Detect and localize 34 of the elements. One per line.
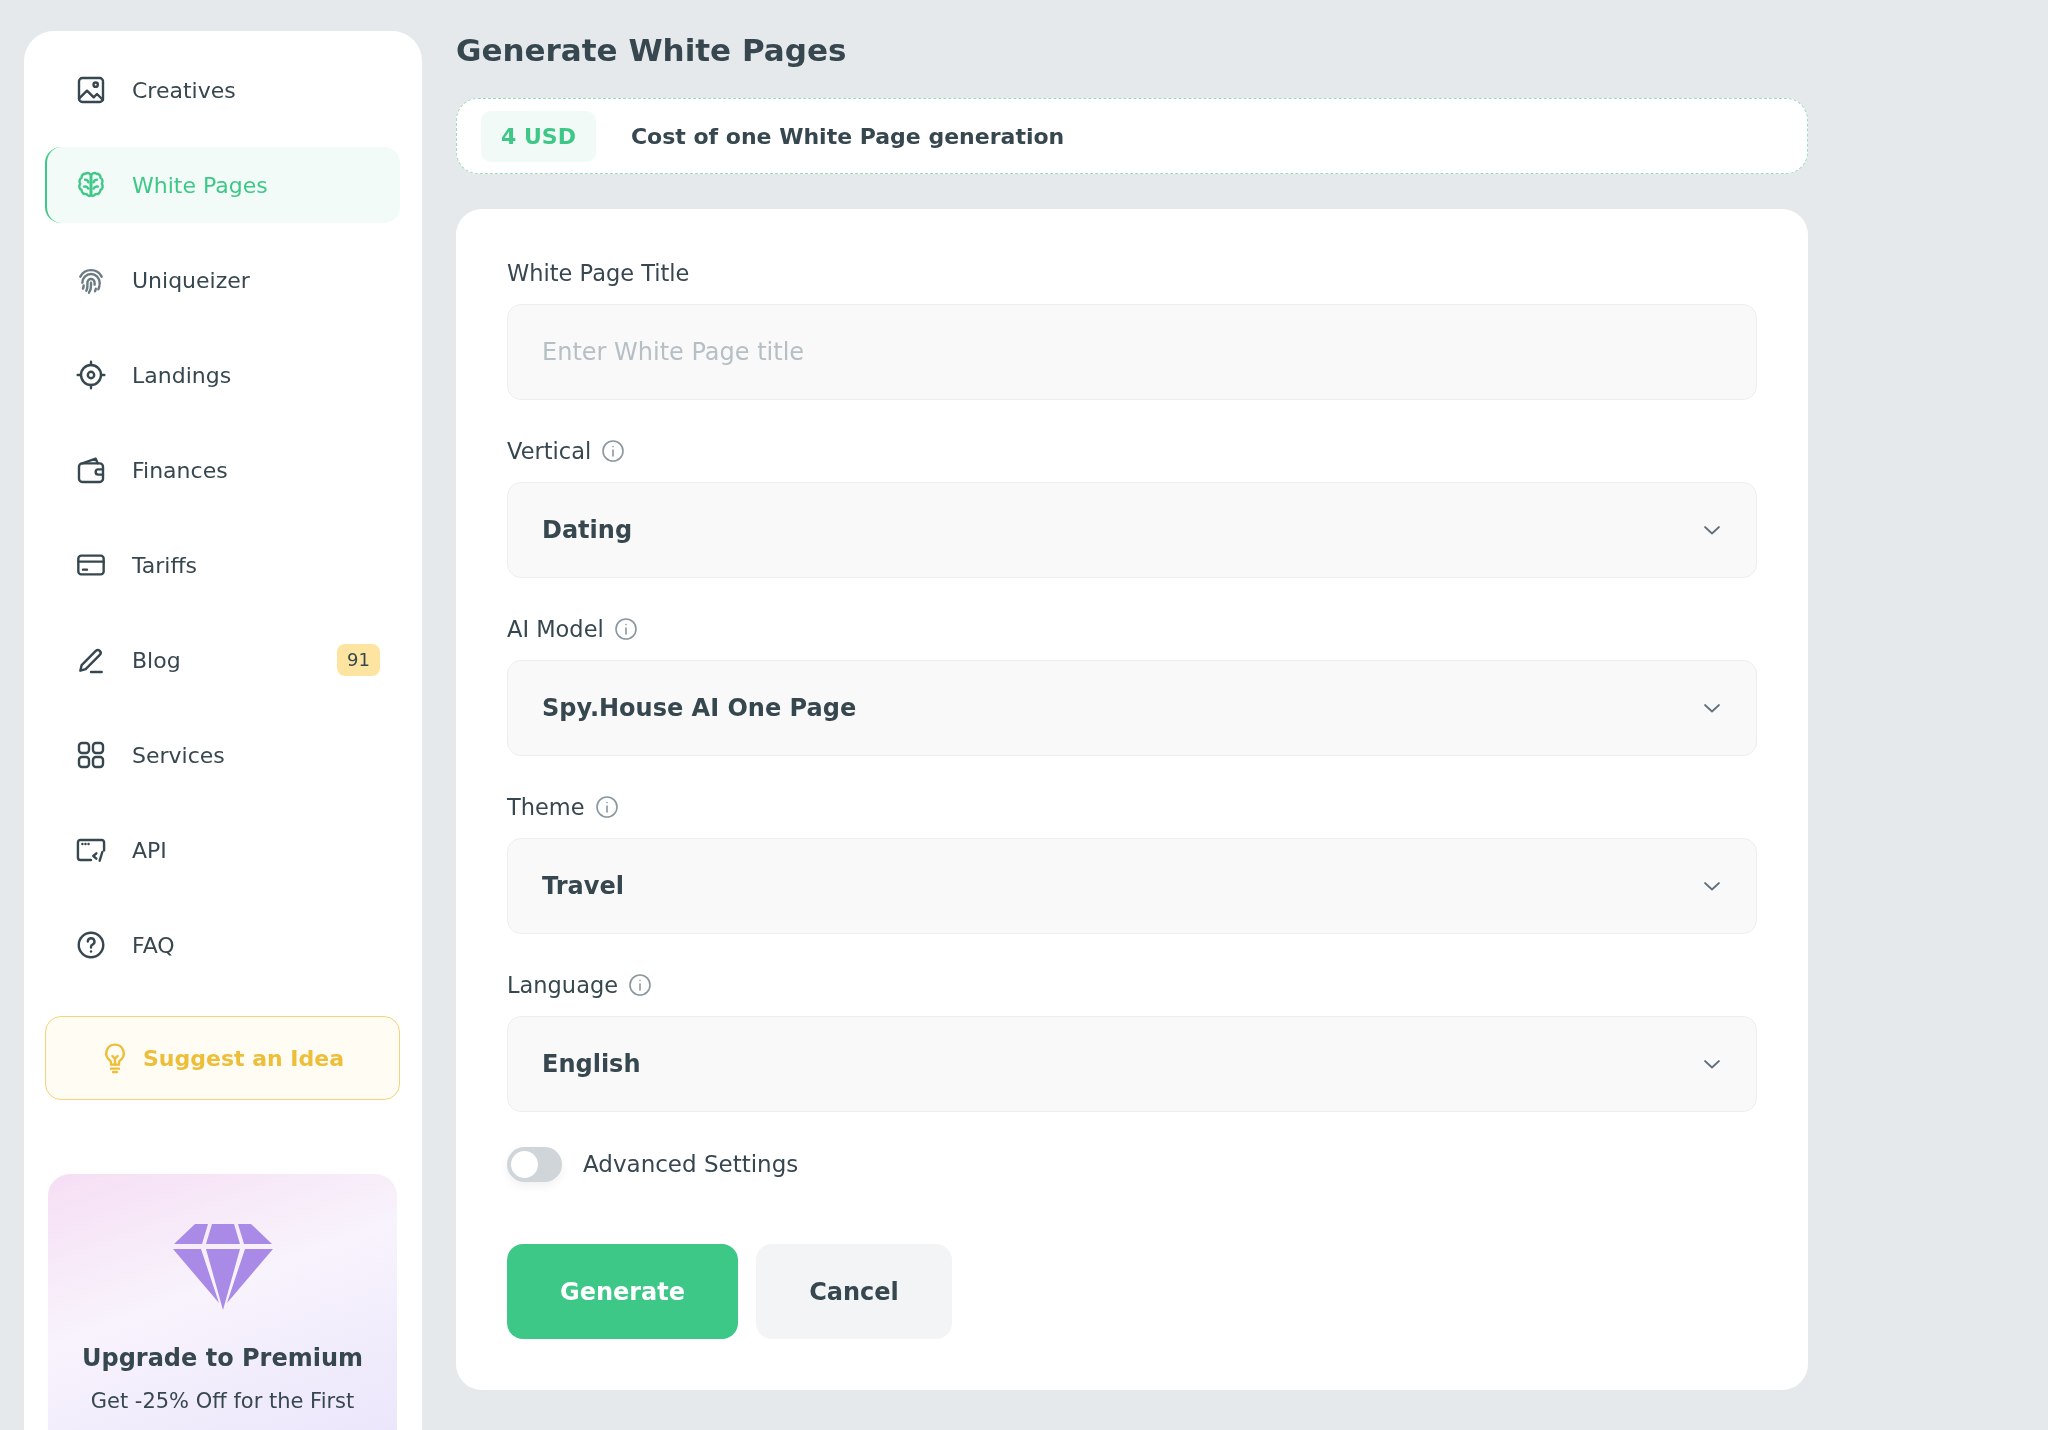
field-label: Vertical [507,437,592,465]
dropdown[interactable]: Spy.House AI One Page [507,660,1757,756]
toggle-label: Advanced Settings [583,1150,799,1180]
sidebar-item[interactable]: Services [45,717,400,793]
sidebar-item[interactable]: API [45,812,400,888]
dropdown[interactable]: Dating [507,482,1757,578]
field-label: AI Model [507,615,604,643]
cost-description: Cost of one White Page generation [630,122,1065,151]
count-badge: 91 [337,644,380,676]
wallet-icon [75,454,107,486]
sidebar-item[interactable]: Landings [45,337,400,413]
sidebar-item[interactable]: Creatives [45,52,400,128]
dropdown[interactable]: English [507,1016,1757,1112]
grid-icon [75,739,107,771]
question-icon [75,929,107,961]
field-label: Theme [507,793,585,821]
field-label: Language [507,971,619,999]
input-field[interactable]: Enter White Page title [507,304,1757,400]
sidebar-item[interactable]: Tariffs [45,527,400,603]
page-title: Generate White Pages [456,31,848,69]
sidebar-item[interactable]: Uniqueizer [45,242,400,318]
premium-title: Upgrade to Premium [80,1343,364,1374]
sidebar-item[interactable]: Blog 91 [45,622,400,698]
price-tag: 4 USD [481,110,596,162]
image-icon [75,74,107,106]
diamond-icon [172,1224,273,1310]
toggle-switch[interactable] [507,1147,562,1182]
sidebar-item[interactable]: Finances [45,432,400,508]
dropdown[interactable]: Travel [507,838,1757,934]
field-label: White Page Title [507,259,690,287]
sidebar-item[interactable]: FAQ [45,907,400,983]
premium-offer-text: Get -25% Off for the First [89,1388,356,1414]
target-icon [75,359,107,391]
cancel-button[interactable]: Cancel [756,1244,952,1339]
